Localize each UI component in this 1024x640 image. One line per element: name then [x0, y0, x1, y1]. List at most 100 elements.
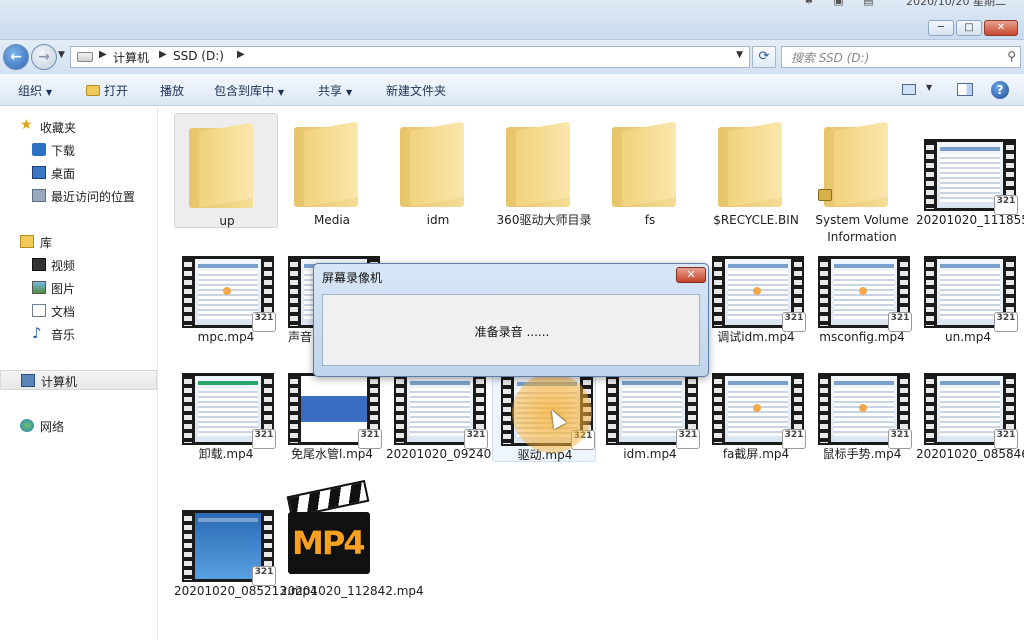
preview-pane-icon[interactable] [957, 83, 973, 96]
address-bar[interactable]: ▶ 计算机 ▶ SSD (D:) ▶ ▼ [70, 46, 750, 68]
library-icon [20, 235, 34, 248]
file-item-video[interactable]: 321 20201020_111855.mp4 [916, 113, 1024, 228]
file-name: $RECYCLE.BIN [713, 213, 799, 227]
video-thumbnail: 321 [816, 236, 912, 332]
file-item-video[interactable]: 321 20201020_085213.mp4 [174, 484, 318, 599]
nav-music[interactable]: ♪ 音乐 [0, 324, 158, 344]
open-label: 打开 [104, 84, 129, 98]
include-in-library-menu[interactable]: 包含到库中 ▼ [214, 82, 284, 99]
file-item-idm[interactable]: idm [386, 113, 490, 228]
new-folder-label: 新建文件夹 [386, 84, 447, 98]
file-item-media[interactable]: Media [280, 113, 384, 228]
search-icon[interactable]: ⚲ [1007, 49, 1016, 63]
nav-pictures[interactable]: 图片 [0, 278, 158, 298]
file-name: 360驱动大师目录 [496, 213, 592, 227]
mp4-file-icon: MP4 [284, 479, 372, 576]
nav-videos-label: 视频 [51, 259, 76, 273]
file-name: msconfig.mp4 [819, 330, 905, 344]
recent-pages-dropdown[interactable]: ▼ [58, 50, 65, 60]
folder-icon [400, 121, 464, 207]
video-thumbnail: 321 [922, 119, 1018, 215]
desktop-icon [32, 166, 46, 179]
drive-icon [77, 52, 93, 62]
file-name: fs [644, 213, 656, 227]
nav-pictures-label: 图片 [51, 282, 76, 296]
include-label: 包含到库中 [214, 84, 275, 98]
nav-downloads[interactable]: 下载 [0, 140, 158, 160]
recording-status: 准备录音 ...... [474, 325, 550, 339]
pictures-icon [32, 281, 46, 294]
file-name: 20201020_085213.mp4 [174, 584, 318, 598]
video-thumbnail: 321 [816, 353, 912, 449]
folder-icon [506, 121, 570, 207]
chevron-down-icon: ▼ [278, 88, 285, 97]
minimize-button[interactable]: ─ [928, 20, 954, 36]
folder-icon [818, 121, 888, 207]
file-name: mpc.mp4 [197, 330, 255, 344]
address-row: ← → ▼ ▶ 计算机 ▶ SSD (D:) ▶ ▼ ⟳ 搜索 SSD (D:)… [0, 40, 1024, 74]
file-item-video[interactable]: 321 fa截屏.mp4 [704, 347, 808, 462]
nav-music-label: 音乐 [51, 328, 76, 342]
play-label: 播放 [160, 84, 185, 98]
new-folder-button[interactable]: 新建文件夹 [386, 82, 446, 99]
search-input[interactable]: 搜索 SSD (D:) ⚲ [781, 46, 1021, 68]
nav-computer[interactable]: 计算机 [0, 370, 157, 390]
nav-documents[interactable]: 文档 [0, 301, 158, 321]
help-icon[interactable]: ? [991, 81, 1009, 99]
music-note-icon: ♪ [32, 324, 42, 342]
share-menu[interactable]: 共享 ▼ [318, 82, 352, 99]
nav-computer-label: 计算机 [41, 375, 78, 389]
nav-downloads-label: 下载 [51, 144, 76, 158]
forward-button[interactable]: → [31, 44, 57, 70]
file-name: 卸载.mp4 [198, 447, 254, 461]
file-item-video[interactable]: 321 mpc.mp4 [174, 230, 278, 345]
nav-favorites-label: 收藏夹 [40, 121, 77, 135]
nav-recent-places[interactable]: 最近访问的位置 [0, 186, 158, 206]
file-name: 免尾水管l.mp4 [290, 447, 374, 461]
folder-icon [718, 121, 782, 207]
file-name: 调试idm.mp4 [717, 330, 795, 344]
computer-icon [21, 374, 35, 387]
file-item-video[interactable]: 321 鼠标手势.mp4 [810, 347, 914, 462]
maximize-button[interactable]: □ [956, 20, 982, 36]
command-bar: 组织 ▼ 打开 播放 包含到库中 ▼ 共享 ▼ 新建文件夹 ▼ ? [0, 74, 1024, 106]
file-item-up[interactable]: up [174, 113, 278, 228]
nav-desktop[interactable]: 桌面 [0, 163, 158, 183]
open-button[interactable]: 打开 [86, 82, 128, 99]
view-options-chevron-icon[interactable]: ▼ [926, 83, 932, 92]
breadcrumb-computer[interactable]: 计算机 [113, 49, 149, 66]
file-name: up [219, 214, 235, 228]
file-item-video[interactable]: 321 20201020_085846.mp4 [916, 347, 1024, 462]
dialog-close-button[interactable]: ✕ [676, 267, 706, 283]
nav-network[interactable]: 网络 [0, 416, 158, 436]
breadcrumb-separator-icon[interactable]: ▶ [237, 49, 245, 60]
video-thumbnail: 321 [180, 236, 276, 332]
back-button[interactable]: ← [3, 44, 29, 70]
file-item-video[interactable]: 321 un.mp4 [916, 230, 1020, 345]
organize-menu[interactable]: 组织 ▼ [18, 82, 52, 99]
nav-libraries-label: 库 [40, 236, 53, 250]
file-item-system-volume-information[interactable]: System Volume Information [810, 113, 914, 244]
address-dropdown-icon[interactable]: ▼ [736, 50, 743, 60]
file-item-video[interactable]: 321 卸载.mp4 [174, 347, 278, 462]
breadcrumb-drive[interactable]: SSD (D:) [173, 49, 224, 63]
file-item-mp4[interactable]: MP4 20201020_112842.mp4 [280, 479, 424, 599]
video-thumbnail: 321 [710, 236, 806, 332]
change-view-icon[interactable] [902, 84, 916, 95]
file-name: 鼠标手势.mp4 [822, 447, 902, 461]
file-item-video[interactable]: 321 调试idm.mp4 [704, 230, 808, 345]
file-item-recycle-bin[interactable]: $RECYCLE.BIN [704, 113, 808, 228]
nav-videos[interactable]: 视频 [0, 255, 158, 275]
play-button[interactable]: 播放 [160, 82, 184, 99]
refresh-button[interactable]: ⟳ [752, 46, 776, 68]
breadcrumb-separator-icon[interactable]: ▶ [159, 49, 167, 60]
file-item-360-driver[interactable]: 360驱动大师目录 [492, 113, 596, 228]
file-item-video[interactable]: 321 msconfig.mp4 [810, 230, 914, 345]
file-item-fs[interactable]: fs [598, 113, 702, 228]
breadcrumb-separator-icon[interactable]: ▶ [99, 49, 107, 60]
nav-favorites[interactable]: ★ 收藏夹 [0, 117, 158, 137]
close-button[interactable]: ✕ [984, 20, 1018, 36]
nav-libraries[interactable]: 库 [0, 232, 158, 252]
tray-icons: ♠ ▣ ▤ [804, 0, 882, 7]
nav-network-label: 网络 [40, 420, 65, 434]
